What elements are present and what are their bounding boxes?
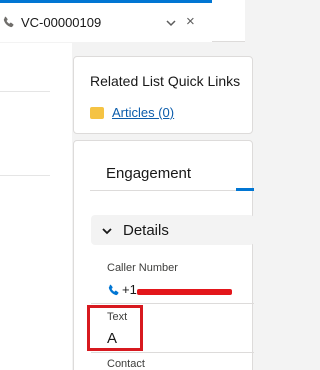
highlight-annotation xyxy=(87,305,143,351)
contact-field-label: Contact xyxy=(107,358,145,370)
redaction-mark xyxy=(137,289,232,295)
caller-number-label: Caller Number xyxy=(107,262,178,274)
phone-icon xyxy=(2,16,16,30)
details-section-header[interactable]: Details xyxy=(91,215,254,245)
workspace-tab-bar: VC-00000109 × xyxy=(0,0,245,42)
card-title: Related List Quick Links xyxy=(90,73,241,89)
divider xyxy=(0,175,50,176)
caller-number-value[interactable]: +1 xyxy=(122,282,137,297)
divider xyxy=(0,91,50,92)
close-icon[interactable]: × xyxy=(186,14,195,29)
tab-engagement[interactable]: Engagement xyxy=(106,165,191,182)
tabs-divider xyxy=(90,190,254,191)
field-divider xyxy=(91,303,254,304)
field-divider xyxy=(91,352,254,353)
workspace-tab[interactable]: VC-00000109 × xyxy=(0,0,212,42)
articles-link[interactable]: Articles (0) xyxy=(112,105,174,120)
left-panel xyxy=(0,43,72,370)
chevron-down-icon xyxy=(101,224,113,236)
active-tab-indicator xyxy=(236,188,254,191)
articles-icon xyxy=(90,107,104,119)
tab-title: VC-00000109 xyxy=(21,15,102,30)
chevron-down-icon[interactable] xyxy=(165,16,177,28)
section-title: Details xyxy=(123,221,169,239)
phone-icon[interactable] xyxy=(107,284,120,297)
related-list-quick-links-card: Related List Quick Links Articles (0) xyxy=(73,56,253,134)
